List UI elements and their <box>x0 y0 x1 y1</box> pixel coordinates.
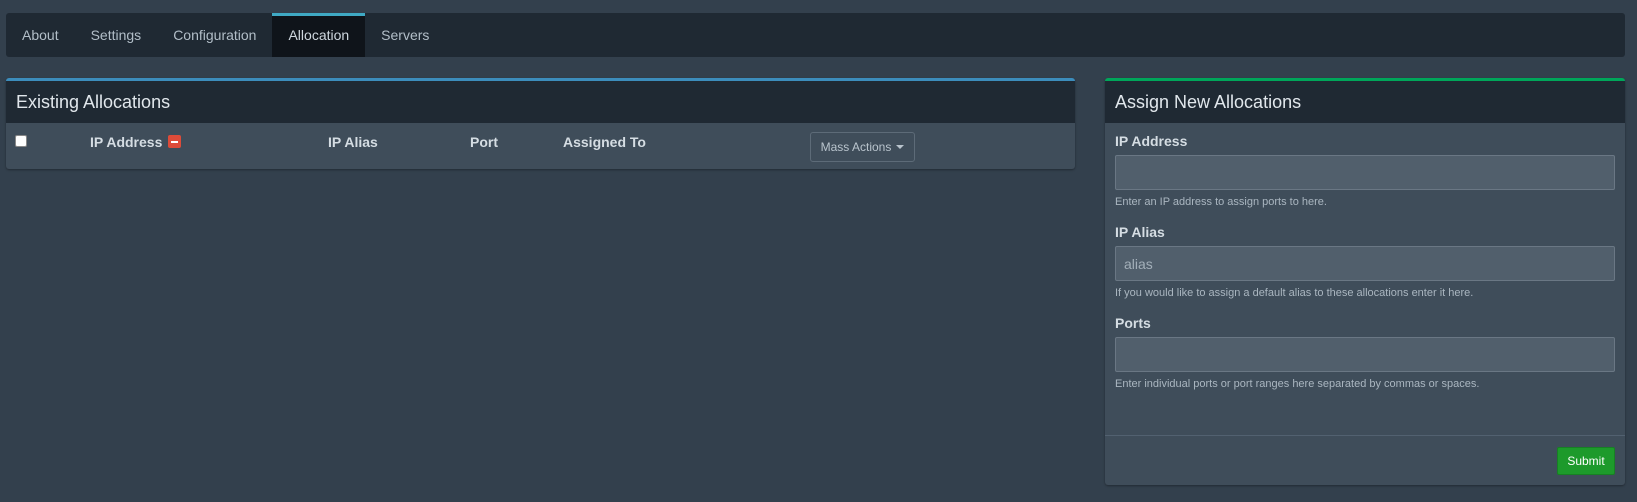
mass-actions-label: Mass Actions <box>820 140 892 154</box>
mass-actions-button[interactable]: Mass Actions <box>810 132 915 162</box>
ports-input[interactable] <box>1115 337 1615 372</box>
ports-label: Ports <box>1115 315 1151 331</box>
ip-alias-help: If you would like to assign a default al… <box>1115 287 1474 299</box>
caret-down-icon <box>896 145 905 149</box>
ip-address-input[interactable] <box>1115 155 1615 190</box>
assign-panel-footer: Submit <box>1105 435 1625 485</box>
column-assigned-to: Assigned To <box>563 134 646 150</box>
allocations-table-header: IP Address IP Alias Port Assigned To Mas… <box>6 123 1075 169</box>
ip-address-group: IP Address Enter an IP address to assign… <box>1115 133 1615 208</box>
tab-servers[interactable]: Servers <box>365 13 445 57</box>
ip-address-help: Enter an IP address to assign ports to h… <box>1115 196 1327 208</box>
ip-alias-input[interactable] <box>1115 246 1615 281</box>
ip-alias-group: IP Alias If you would like to assign a d… <box>1115 224 1615 299</box>
existing-allocations-panel: Existing Allocations IP Address IP Alias… <box>6 78 1075 169</box>
ports-help: Enter individual ports or port ranges he… <box>1115 378 1480 390</box>
remove-ip-icon[interactable] <box>168 135 182 148</box>
tab-about[interactable]: About <box>6 13 75 57</box>
assign-allocations-panel: Assign New Allocations IP Address Enter … <box>1105 78 1625 485</box>
select-all-checkbox[interactable] <box>15 135 27 147</box>
ip-address-label: IP Address <box>1115 133 1188 149</box>
column-ip-address: IP Address <box>90 134 182 150</box>
assign-allocations-title: Assign New Allocations <box>1105 81 1625 123</box>
tab-configuration[interactable]: Configuration <box>157 13 272 57</box>
ip-alias-label: IP Alias <box>1115 224 1165 240</box>
existing-allocations-title: Existing Allocations <box>6 81 1075 123</box>
tab-settings[interactable]: Settings <box>75 13 158 57</box>
column-port: Port <box>470 134 498 150</box>
submit-button[interactable]: Submit <box>1557 447 1615 475</box>
column-ip-address-label: IP Address <box>90 134 163 150</box>
nav-tabs: About Settings Configuration Allocation … <box>6 13 1625 57</box>
column-ip-alias: IP Alias <box>328 134 378 150</box>
tab-allocation[interactable]: Allocation <box>272 13 366 57</box>
ports-group: Ports Enter individual ports or port ran… <box>1115 315 1615 390</box>
